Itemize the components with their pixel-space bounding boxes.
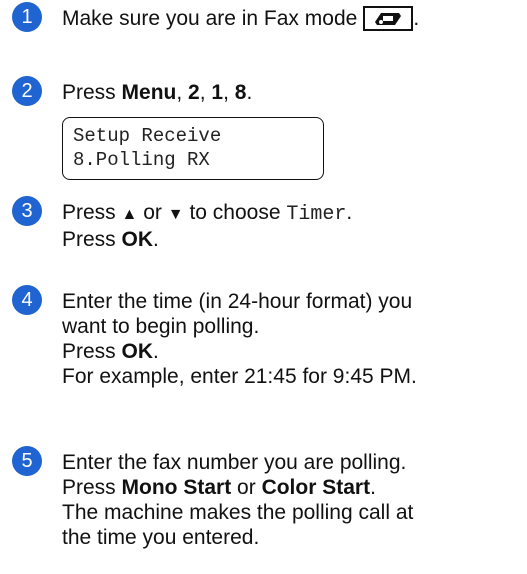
press-word: Press: [62, 340, 116, 363]
step-5-text: Enter the fax number you are polling. Pr…: [62, 450, 524, 550]
step-5-number-badge: 5: [12, 446, 42, 476]
ok-key: OK: [121, 340, 154, 363]
step-4-line-4: For example, enter 21:45 for 9:45 PM.: [62, 365, 417, 388]
key-8: 8: [234, 81, 247, 104]
or-word: or: [237, 476, 256, 499]
press-word: Press: [62, 228, 116, 251]
step-5-line-3: The machine makes the polling call at: [62, 501, 414, 524]
step-3-number-badge: 3: [12, 196, 42, 226]
press-word: Press: [62, 81, 116, 104]
step-5-line-4: the time you entered.: [62, 526, 260, 549]
lcd-display: Setup Receive 8.Polling RX: [62, 117, 324, 180]
step-3-text: Press ▲ or ▼ to choose Timer. Press OK.: [62, 200, 524, 252]
step-3-line-2: Press OK.: [62, 227, 524, 252]
fax-mode-icon: [363, 6, 414, 31]
lcd-line-2: 8.Polling RX: [73, 149, 210, 171]
step-4-text: Enter the time (in 24-hour format) you w…: [62, 289, 524, 389]
step-1-instruction: Make sure you are in Fax mode: [62, 7, 358, 30]
comma: ,: [176, 81, 183, 104]
key-1: 1: [211, 81, 224, 104]
press-word: Press: [62, 476, 116, 499]
ok-key: OK: [121, 228, 154, 251]
to-choose-text: to choose: [189, 201, 281, 224]
or-word: or: [143, 201, 162, 224]
key-2: 2: [188, 81, 200, 104]
lcd-line-1: Setup Receive: [73, 125, 222, 147]
period: .: [370, 476, 376, 499]
step-1-text: Make sure you are in Fax mode.: [62, 6, 524, 31]
period: .: [246, 81, 253, 104]
step-5-line-1: Enter the fax number you are polling.: [62, 451, 407, 474]
menu-key: Menu: [121, 81, 177, 104]
period: .: [153, 228, 159, 251]
step-5-line-2: Press Mono Start or Color Start.: [62, 475, 524, 500]
comma: ,: [223, 81, 229, 104]
down-arrow-icon: ▼: [167, 206, 184, 223]
step-1-number-badge: 1: [12, 2, 42, 32]
timer-option: Timer: [286, 203, 347, 226]
step-3-line-1: Press ▲ or ▼ to choose Timer.: [62, 200, 524, 227]
step-2-text: Press Menu, 2, 1, 8.: [62, 80, 524, 105]
mono-start-key: Mono Start: [121, 476, 232, 499]
period: .: [153, 340, 159, 363]
period: .: [346, 201, 353, 224]
step-4-line-2: want to begin polling.: [62, 315, 260, 338]
comma: ,: [199, 81, 206, 104]
color-start-key: Color Start: [261, 476, 371, 499]
step-1-period: .: [413, 7, 420, 30]
step-4-line-3: Press OK.: [62, 339, 524, 364]
step-4-number-badge: 4: [12, 285, 42, 315]
step-4-line-1: Enter the time (in 24-hour format) you: [62, 290, 413, 313]
up-arrow-icon: ▲: [121, 206, 138, 223]
press-word: Press: [62, 201, 116, 224]
step-2-number-badge: 2: [12, 76, 42, 106]
